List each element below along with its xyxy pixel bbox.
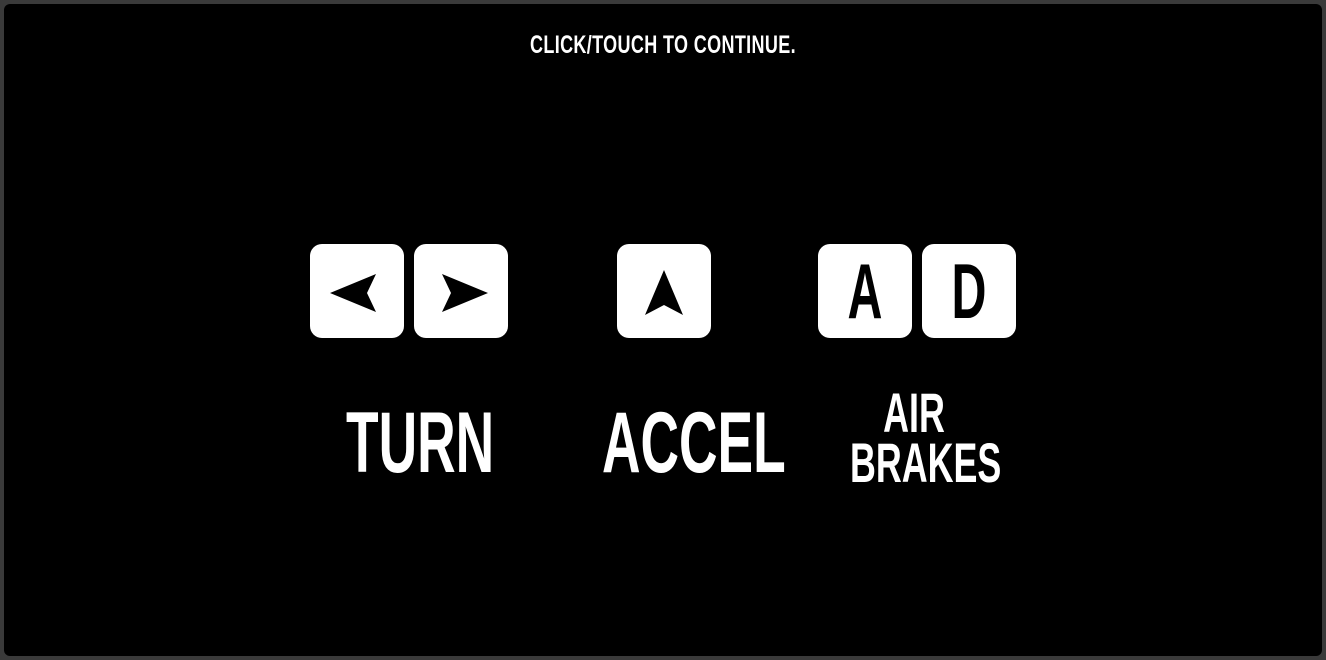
d-key-letter: D	[951, 247, 987, 335]
arrow-left-icon	[330, 274, 376, 312]
d-key: D	[922, 244, 1016, 338]
air-brakes-label-line-2: BRAKES	[850, 431, 1002, 494]
continue-prompt: CLICK/TOUCH TO CONTINUE.	[530, 31, 796, 59]
arrow-right-icon	[442, 274, 488, 312]
air-brakes-label: AIR BRAKES	[850, 385, 1002, 494]
turn-label: TURN	[346, 395, 495, 491]
right-arrow-key	[414, 244, 508, 338]
left-arrow-key	[310, 244, 404, 338]
continue-screen[interactable]: CLICK/TOUCH TO CONTINUE. A D TURN ACCEL …	[4, 4, 1322, 656]
a-key: A	[818, 244, 912, 338]
arrow-up-icon	[645, 270, 683, 315]
accel-label: ACCEL	[602, 395, 786, 491]
up-arrow-key	[617, 244, 711, 338]
a-key-letter: A	[847, 247, 883, 335]
